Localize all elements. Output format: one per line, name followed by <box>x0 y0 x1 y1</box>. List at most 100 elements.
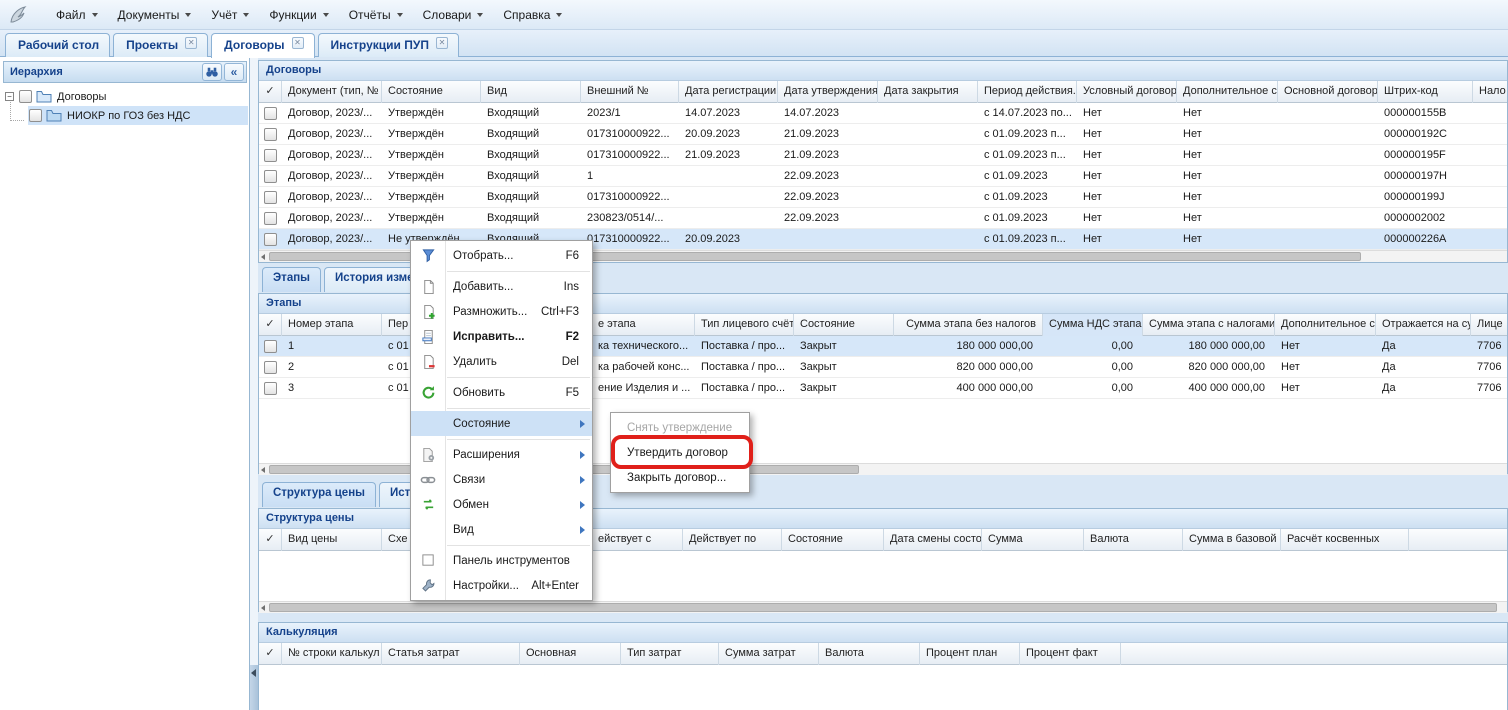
menubar-item-Отчёты[interactable]: Отчёты <box>339 4 413 26</box>
menu-item-добавить-[interactable]: Добавить...Ins <box>411 274 592 299</box>
menu-item-обновить[interactable]: ОбновитьF5 <box>411 380 592 405</box>
column-header[interactable]: Сумма НДС этапа <box>1043 314 1143 336</box>
menu-item-исправить-[interactable]: Исправить...F2 <box>411 324 592 349</box>
menu-item-настройки-[interactable]: Настройки...Alt+Enter <box>411 573 592 598</box>
column-header[interactable]: Основная <box>520 643 621 665</box>
tree-item-contracts[interactable]: − Договоры <box>0 87 249 106</box>
table-row[interactable]: Договор, 2023/...УтверждёнВходящий017310… <box>259 124 1507 145</box>
tab-Структура цены[interactable]: Структура цены <box>262 482 376 507</box>
column-header[interactable]: Валюта <box>819 643 920 665</box>
row-checkbox[interactable] <box>264 340 277 353</box>
column-header[interactable]: е этапа <box>592 314 695 336</box>
column-header[interactable]: Условный договор <box>1077 81 1177 103</box>
row-checkbox[interactable] <box>264 382 277 395</box>
row-checkbox[interactable] <box>264 128 277 141</box>
table-row[interactable]: Договор, 2023/...УтверждёнВходящий017310… <box>259 145 1507 166</box>
menubar-item-Справка[interactable]: Справка <box>493 4 572 26</box>
column-header[interactable]: Вид <box>481 81 581 103</box>
column-header[interactable]: Номер этапа <box>282 314 382 336</box>
column-header[interactable]: Период действия.. <box>978 81 1077 103</box>
column-header[interactable]: Дата закрытия <box>878 81 978 103</box>
tab-Инструкции ПУП[interactable]: Инструкции ПУП✕ <box>318 33 459 57</box>
menubar-item-Учёт[interactable]: Учёт <box>201 4 259 26</box>
menu-item-связи[interactable]: Связи <box>411 467 592 492</box>
row-checkbox[interactable] <box>264 212 277 225</box>
table-row[interactable]: Договор, 2023/...УтверждёнВходящий230823… <box>259 208 1507 229</box>
column-header[interactable]: Состояние <box>794 314 894 336</box>
collapse-toggle-icon[interactable]: − <box>5 92 14 101</box>
close-icon[interactable]: ✕ <box>292 37 304 49</box>
menu-item-удалить[interactable]: УдалитьDel <box>411 349 592 374</box>
table-row[interactable]: Договор, 2023/...УтверждёнВходящий122.09… <box>259 166 1507 187</box>
tab-Проекты[interactable]: Проекты✕ <box>113 33 208 57</box>
column-header[interactable]: № строки калькул <box>282 643 382 665</box>
menubar-item-Документы[interactable]: Документы <box>108 4 202 26</box>
collapse-panel-button[interactable]: « <box>224 63 244 81</box>
tree-checkbox[interactable] <box>29 109 42 122</box>
scroll-left-icon[interactable] <box>261 605 265 611</box>
scroll-left-icon[interactable] <box>261 254 265 260</box>
close-icon[interactable]: ✕ <box>185 37 197 49</box>
row-checkbox[interactable] <box>264 149 277 162</box>
tab-Этапы[interactable]: Этапы <box>262 267 321 292</box>
column-header[interactable]: Дата утверждения <box>778 81 878 103</box>
column-header[interactable] <box>1121 643 1508 665</box>
column-header[interactable]: Состояние <box>382 81 481 103</box>
column-header[interactable]: Процент факт <box>1020 643 1121 665</box>
tab-Рабочий стол[interactable]: Рабочий стол <box>5 33 110 57</box>
column-header[interactable]: Лице <box>1471 314 1508 336</box>
row-checkbox[interactable] <box>264 191 277 204</box>
column-header[interactable]: Сумма затрат <box>719 643 819 665</box>
table-row[interactable]: Договор, 2023/...УтверждёнВходящий2023/1… <box>259 103 1507 124</box>
column-header[interactable]: ✓ <box>259 643 282 665</box>
column-header[interactable]: ✓ <box>259 81 282 103</box>
column-header[interactable]: Сумма этапа с налогами <box>1143 314 1275 336</box>
column-header[interactable]: Дата смены состоя <box>884 529 982 551</box>
column-header[interactable]: ействует с <box>592 529 683 551</box>
menu-item-отобрать-[interactable]: Отобрать...F6 <box>411 243 592 268</box>
close-icon[interactable]: ✕ <box>436 37 448 49</box>
column-header[interactable]: Основной договор <box>1278 81 1378 103</box>
column-header[interactable]: Дата регистрации. <box>679 81 778 103</box>
column-header[interactable]: Нало <box>1473 81 1508 103</box>
splitter-grip[interactable] <box>250 665 258 710</box>
column-header[interactable]: Вид цены <box>282 529 382 551</box>
column-header[interactable]: Дополнительное с <box>1177 81 1278 103</box>
column-header[interactable]: Тип лицевого счёт <box>695 314 794 336</box>
column-header[interactable]: Процент план <box>920 643 1020 665</box>
column-header[interactable]: Действует по <box>683 529 782 551</box>
tab-Договоры[interactable]: Договоры✕ <box>211 33 314 58</box>
column-header[interactable]: Дополнительное с <box>1275 314 1376 336</box>
menu-item-обмен[interactable]: Обмен <box>411 492 592 517</box>
column-header[interactable]: Внешний № <box>581 81 679 103</box>
menu-item-размножить-[interactable]: Размножить...Ctrl+F3 <box>411 299 592 324</box>
column-header[interactable]: Сумма <box>982 529 1084 551</box>
scrollbar-thumb[interactable] <box>269 603 1497 612</box>
column-header[interactable]: Отражается на су <box>1376 314 1471 336</box>
menubar-item-Функции[interactable]: Функции <box>259 4 338 26</box>
column-header[interactable]: Тип затрат <box>621 643 719 665</box>
row-checkbox[interactable] <box>264 233 277 246</box>
row-checkbox[interactable] <box>264 107 277 120</box>
tree-checkbox[interactable] <box>19 90 32 103</box>
column-header[interactable]: Сумма этапа без налогов <box>894 314 1043 336</box>
table-row[interactable]: Договор, 2023/...УтверждёнВходящий017310… <box>259 187 1507 208</box>
search-button[interactable] <box>202 63 222 81</box>
menu-item-расширения[interactable]: Расширения <box>411 442 592 467</box>
menu-item-состояние[interactable]: Состояние <box>411 411 592 436</box>
row-checkbox[interactable] <box>264 170 277 183</box>
column-header[interactable]: Документ (тип, № <box>282 81 382 103</box>
column-header[interactable]: Валюта <box>1084 529 1183 551</box>
panel-splitter[interactable] <box>250 57 258 710</box>
menu-item-вид[interactable]: Вид <box>411 517 592 542</box>
tree-item-niokr[interactable]: НИОКР по ГОЗ без НДС <box>0 106 249 125</box>
price-hscrollbar[interactable] <box>259 601 1507 613</box>
column-header[interactable]: ✓ <box>259 529 282 551</box>
column-header[interactable]: Состояние <box>782 529 884 551</box>
column-header[interactable]: Расчёт косвенных <box>1281 529 1409 551</box>
column-header[interactable]: Штрих-код <box>1378 81 1473 103</box>
menubar-item-Файл[interactable]: Файл <box>46 4 108 26</box>
column-header[interactable]: ✓ <box>259 314 282 336</box>
menubar-item-Словари[interactable]: Словари <box>413 4 494 26</box>
column-header[interactable]: Сумма в базовой в <box>1183 529 1281 551</box>
